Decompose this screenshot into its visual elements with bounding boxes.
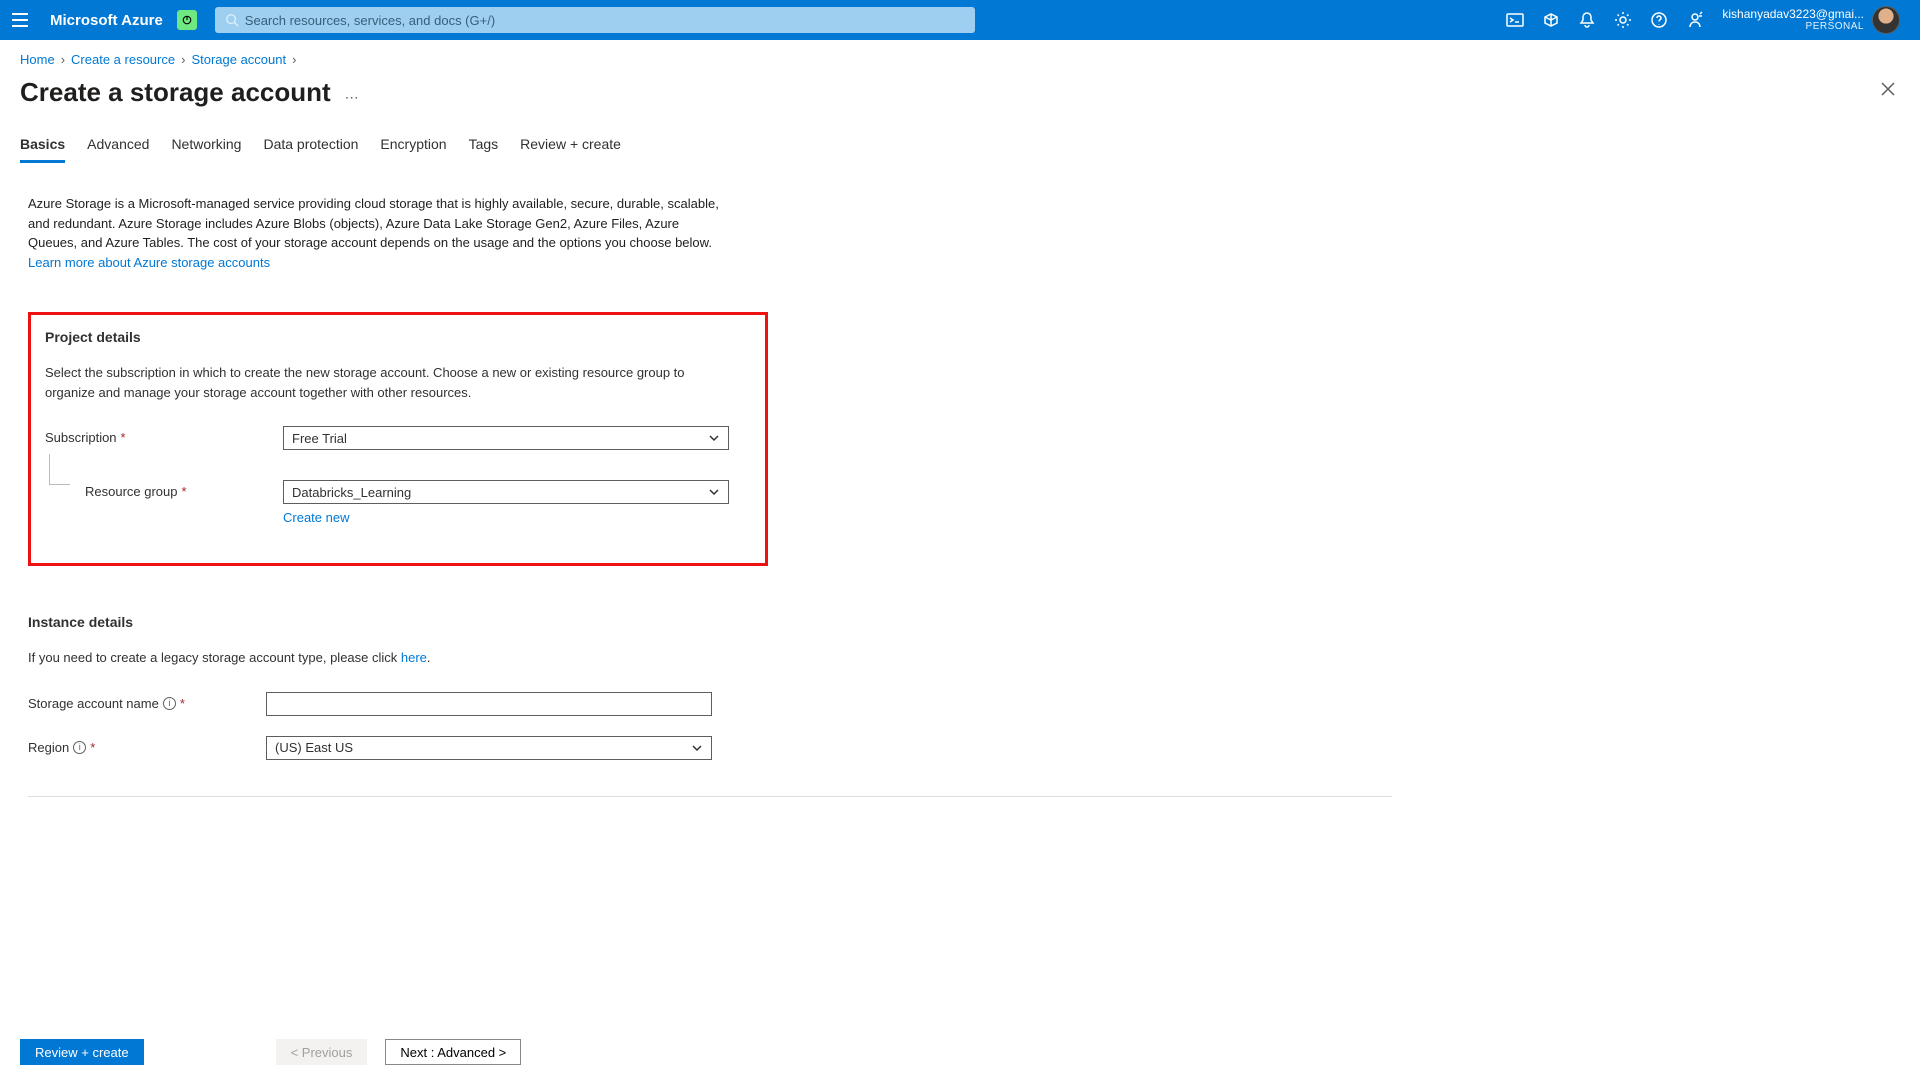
section-project-details: Project details Select the subscription … [45, 329, 751, 525]
account-menu[interactable]: kishanyadav3223@gmai... PERSONAL [1722, 6, 1900, 34]
search-input-wrap[interactable] [215, 7, 975, 33]
project-details-description: Select the subscription in which to crea… [45, 363, 735, 402]
preview-badge-icon[interactable] [177, 10, 197, 30]
breadcrumb-storage-account[interactable]: Storage account [191, 52, 286, 67]
project-details-heading: Project details [45, 329, 751, 345]
account-text: kishanyadav3223@gmai... PERSONAL [1722, 8, 1864, 32]
region-label: Region i * [28, 736, 266, 755]
form-scroll-area[interactable]: Azure Storage is a Microsoft-managed ser… [0, 172, 1920, 1024]
settings-gear-icon[interactable] [1614, 11, 1632, 29]
tab-networking[interactable]: Networking [171, 136, 241, 163]
account-email: kishanyadav3223@gmai... [1722, 8, 1864, 21]
region-select[interactable]: (US) East US [266, 736, 712, 760]
brand-label[interactable]: Microsoft Azure [50, 12, 163, 29]
tab-tags[interactable]: Tags [469, 136, 499, 163]
chevron-right-icon: › [61, 52, 65, 67]
subscription-label: Subscription * [45, 426, 283, 445]
chevron-right-icon: › [292, 52, 296, 67]
chevron-down-icon [708, 486, 720, 501]
storage-name-input[interactable] [266, 692, 712, 716]
create-new-link[interactable]: Create new [283, 510, 349, 525]
project-details-highlight: Project details Select the subscription … [28, 312, 768, 566]
search-input[interactable] [245, 13, 965, 28]
storage-name-row: Storage account name i * [28, 692, 1392, 716]
breadcrumb: Home › Create a resource › Storage accou… [0, 40, 1920, 71]
notifications-icon[interactable] [1578, 11, 1596, 29]
resource-group-label: Resource group * [85, 480, 283, 499]
page-title: Create a storage account [20, 77, 331, 108]
global-topbar: Microsoft Azure kishanyadav3223@gmai... … [0, 0, 1920, 40]
review-create-button[interactable]: Review + create [20, 1039, 144, 1065]
info-icon[interactable]: i [163, 697, 176, 710]
chevron-down-icon [691, 742, 703, 757]
chevron-down-icon [708, 432, 720, 447]
subscription-select[interactable]: Free Trial [283, 426, 729, 450]
avatar-icon [1872, 6, 1900, 34]
required-indicator: * [90, 740, 95, 755]
tab-data-protection[interactable]: Data protection [263, 136, 358, 163]
learn-more-link[interactable]: Learn more about Azure storage accounts [28, 255, 270, 270]
breadcrumb-home[interactable]: Home [20, 52, 55, 67]
topbar-actions: kishanyadav3223@gmai... PERSONAL [1494, 6, 1912, 34]
subscription-value: Free Trial [292, 431, 347, 446]
intro-paragraph: Azure Storage is a Microsoft-managed ser… [28, 194, 728, 272]
tab-review-create[interactable]: Review + create [520, 136, 621, 163]
previous-button: < Previous [276, 1039, 368, 1065]
info-icon[interactable]: i [73, 741, 86, 754]
resource-group-value: Databricks_Learning [292, 485, 411, 500]
wizard-tabs: Basics Advanced Networking Data protecti… [0, 108, 1920, 164]
tab-encryption[interactable]: Encryption [380, 136, 446, 163]
page-header: Create a storage account ⋯ [0, 71, 1920, 108]
tab-basics[interactable]: Basics [20, 136, 65, 163]
more-actions-icon[interactable]: ⋯ [345, 89, 361, 106]
chevron-right-icon: › [181, 52, 185, 67]
resource-group-row: Resource group * Databricks_Learning Cre… [45, 480, 751, 525]
section-divider [28, 796, 1392, 797]
directories-icon[interactable] [1542, 11, 1560, 29]
required-indicator: * [180, 696, 185, 711]
help-icon[interactable] [1650, 11, 1668, 29]
region-value: (US) East US [275, 740, 353, 755]
account-directory: PERSONAL [1722, 21, 1864, 32]
intro-text-body: Azure Storage is a Microsoft-managed ser… [28, 196, 719, 250]
cloud-shell-icon[interactable] [1506, 11, 1524, 29]
legacy-here-link[interactable]: here [401, 650, 427, 665]
global-search [215, 7, 975, 33]
instance-details-legacy-text: If you need to create a legacy storage a… [28, 648, 718, 668]
search-icon [225, 13, 239, 27]
wizard-footer: Review + create < Previous Next : Advanc… [0, 1024, 1920, 1080]
storage-name-label: Storage account name i * [28, 692, 266, 711]
required-indicator: * [121, 430, 126, 445]
breadcrumb-create-resource[interactable]: Create a resource [71, 52, 175, 67]
section-instance-details: Instance details If you need to create a… [28, 614, 1392, 760]
resource-group-select[interactable]: Databricks_Learning [283, 480, 729, 504]
required-indicator: * [182, 484, 187, 499]
subscription-row: Subscription * Free Trial [45, 426, 751, 450]
close-icon[interactable] [1880, 81, 1896, 102]
tab-advanced[interactable]: Advanced [87, 136, 149, 163]
menu-toggle-button[interactable] [8, 8, 32, 32]
instance-details-heading: Instance details [28, 614, 1392, 630]
feedback-icon[interactable] [1686, 11, 1704, 29]
region-row: Region i * (US) East US [28, 736, 1392, 760]
next-button[interactable]: Next : Advanced > [385, 1039, 521, 1065]
